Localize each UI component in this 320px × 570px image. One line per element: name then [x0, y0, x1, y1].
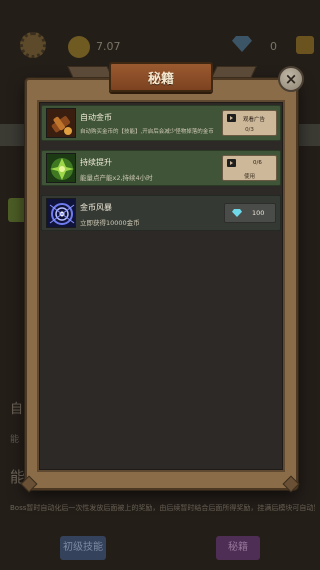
basic-skills-button[interactable]: 初级技能	[60, 536, 106, 560]
gem-icon	[232, 209, 242, 217]
cheat-row-gold-storm: 金币风暴 立即获得10000金币 100	[41, 195, 281, 231]
gem-icon	[232, 36, 252, 52]
settings-gear-icon[interactable]	[20, 32, 46, 58]
background-text-a: 自	[10, 402, 24, 417]
tree-icon	[46, 153, 76, 183]
vortex-icon	[46, 198, 76, 228]
watch-ad-button[interactable]: 观看广告 0/3	[222, 110, 277, 136]
use-boost-button[interactable]: 0/6 使用	[222, 155, 277, 181]
close-icon: ×	[284, 69, 298, 88]
cheats-tab-button[interactable]: 秘籍	[216, 536, 260, 560]
cheat-desc: 能量点产能x2,持续4小时	[80, 174, 153, 182]
video-icon	[227, 159, 236, 167]
gem-cost: 100	[252, 209, 265, 217]
background-text-b: 能	[10, 435, 20, 445]
use-boost-label: 使用	[243, 174, 255, 180]
cheat-row-sustained-boost: 持续提升 能量点产能x2,持续4小时 0/6 使用	[41, 150, 281, 186]
use-boost-count: 0/6	[253, 160, 262, 166]
watch-ad-count: 0/3	[245, 127, 254, 133]
close-button[interactable]: ×	[278, 66, 304, 92]
watch-ad-label: 观看广告	[243, 117, 266, 123]
gem-amount: 0	[270, 40, 277, 53]
cheat-title: 持续提升	[80, 158, 112, 167]
auto-gold-icon	[46, 108, 76, 138]
cheat-desc: 自动购买金币的【技能】,开启后会减少怪物掉落的金币	[80, 129, 214, 135]
coin-amount: 7.07	[96, 40, 121, 53]
cheat-title: 自动金币	[80, 113, 112, 122]
cheat-title: 金币风暴	[80, 203, 112, 212]
background-footnote: Boss暂时自动化后一次性发放后面被上的奖励，由后续暂时结合后面所得奖励，挂满后…	[10, 504, 315, 512]
title-wing-right	[211, 66, 257, 78]
coin-icon	[68, 36, 90, 58]
video-icon	[227, 114, 236, 122]
modal-title-banner: 秘籍	[109, 62, 213, 92]
cheat-row-auto-gold: 自动金币 自动购买金币的【技能】,开启后会减少怪物掉落的金币 观看广告 0/3	[41, 105, 281, 141]
title-wing-left	[67, 66, 113, 78]
buy-gold-storm-button[interactable]: 100	[224, 203, 276, 223]
add-gem-plus-icon[interactable]	[296, 36, 314, 54]
modal-title: 秘籍	[147, 71, 174, 87]
cheat-desc: 立即获得10000金币	[80, 219, 140, 227]
